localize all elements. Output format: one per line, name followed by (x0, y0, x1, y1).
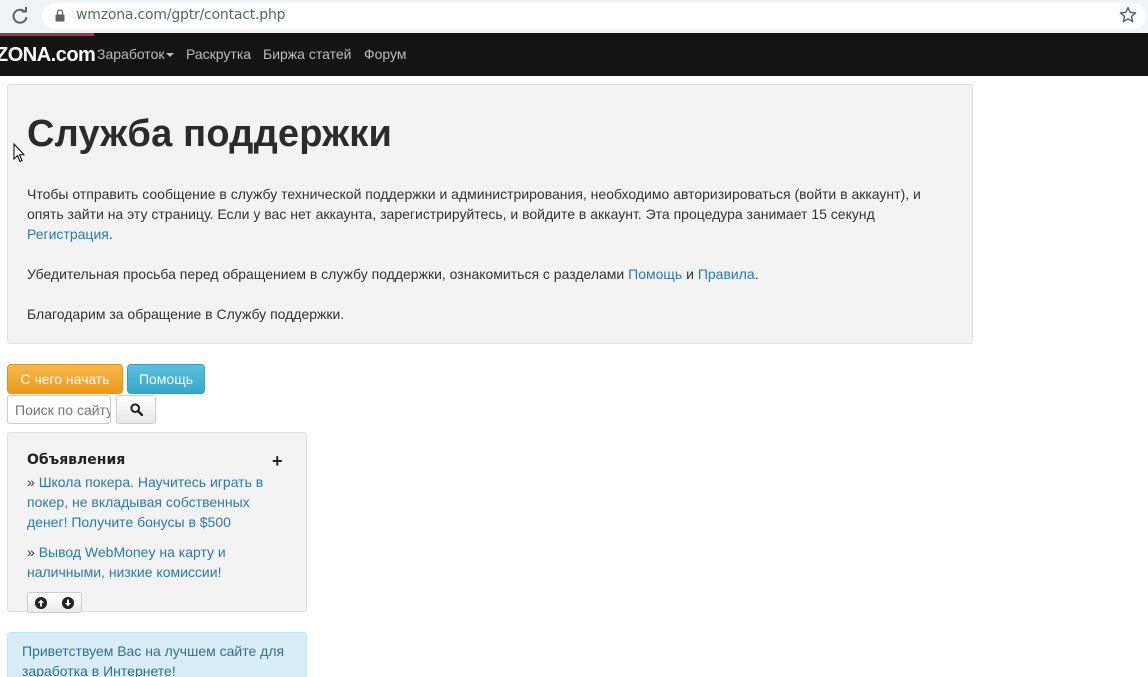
site-logo[interactable]: ZONA.com (0, 44, 96, 67)
search-icon (130, 403, 143, 416)
page-title: Служба поддержки (27, 113, 393, 155)
list-item: » Вывод WebMoney на карту и наличными, н… (27, 544, 226, 580)
search-button[interactable] (116, 395, 156, 424)
nav-item-forum[interactable]: Форум (364, 46, 407, 62)
reload-icon[interactable] (10, 6, 30, 26)
ad-link-webmoney[interactable]: Вывод WebMoney на карту и наличными, низ… (27, 544, 226, 580)
arrow-down-circle-icon[interactable] (62, 597, 74, 609)
arrow-up-circle-icon[interactable] (35, 597, 47, 609)
rules-link[interactable]: Правила (698, 266, 755, 282)
brand-accent-bar (0, 33, 94, 36)
mouse-cursor-icon (13, 143, 25, 163)
thanks-paragraph: Благодарим за обращение в Службу поддерж… (27, 306, 345, 322)
intro-paragraph: Чтобы отправить сообщение в службу техни… (27, 186, 921, 242)
site-search-input[interactable] (7, 395, 111, 424)
request-paragraph: Убедительная просьба перед обращением в … (27, 266, 759, 282)
bookmark-star-icon[interactable] (1119, 6, 1137, 24)
nav-item-articles-exchange[interactable]: Биржа статей (263, 46, 351, 62)
ad-link-poker[interactable]: Школа покера. Научитесь играть в покер, … (27, 474, 263, 530)
nav-item-promotion[interactable]: Раскрутка (186, 46, 251, 62)
nav-item-earnings[interactable]: Заработок (97, 46, 175, 62)
list-item: » Школа покера. Научитесь играть в покер… (27, 474, 264, 530)
ads-title: Объявления (27, 452, 126, 468)
help-button[interactable]: Помощь (127, 364, 205, 394)
caret-down-icon (166, 53, 175, 58)
help-link[interactable]: Помощь (628, 266, 682, 282)
lock-icon (55, 9, 65, 22)
url-text[interactable]: wmzona.com/gptr/contact.php (76, 7, 286, 23)
plus-icon[interactable]: + (272, 452, 283, 470)
ads-scroll-controls (27, 592, 82, 613)
register-link[interactable]: Регистрация (27, 226, 109, 242)
getting-started-button[interactable]: С чего начать (7, 364, 123, 394)
welcome-text: Приветствуем Вас на лучшем сайте для зар… (22, 643, 285, 677)
